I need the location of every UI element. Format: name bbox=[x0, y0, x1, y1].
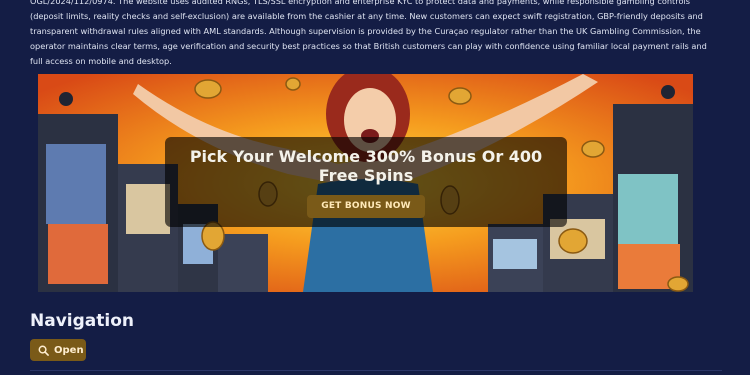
navigation-heading: Navigation bbox=[30, 311, 134, 331]
divider bbox=[30, 370, 722, 371]
open-button-label: Open bbox=[54, 344, 84, 356]
get-bonus-button[interactable]: GET BONUS NOW bbox=[307, 195, 425, 218]
promo-title: Pick Your Welcome 300% Bonus Or 400 Free… bbox=[189, 147, 543, 185]
search-icon bbox=[38, 345, 49, 356]
intro-paragraph: OGL/2024/112/0974. The website uses audi… bbox=[30, 0, 707, 66]
open-navigation-button[interactable]: Open bbox=[30, 339, 86, 361]
promo-overlay: Pick Your Welcome 300% Bonus Or 400 Free… bbox=[165, 137, 567, 227]
